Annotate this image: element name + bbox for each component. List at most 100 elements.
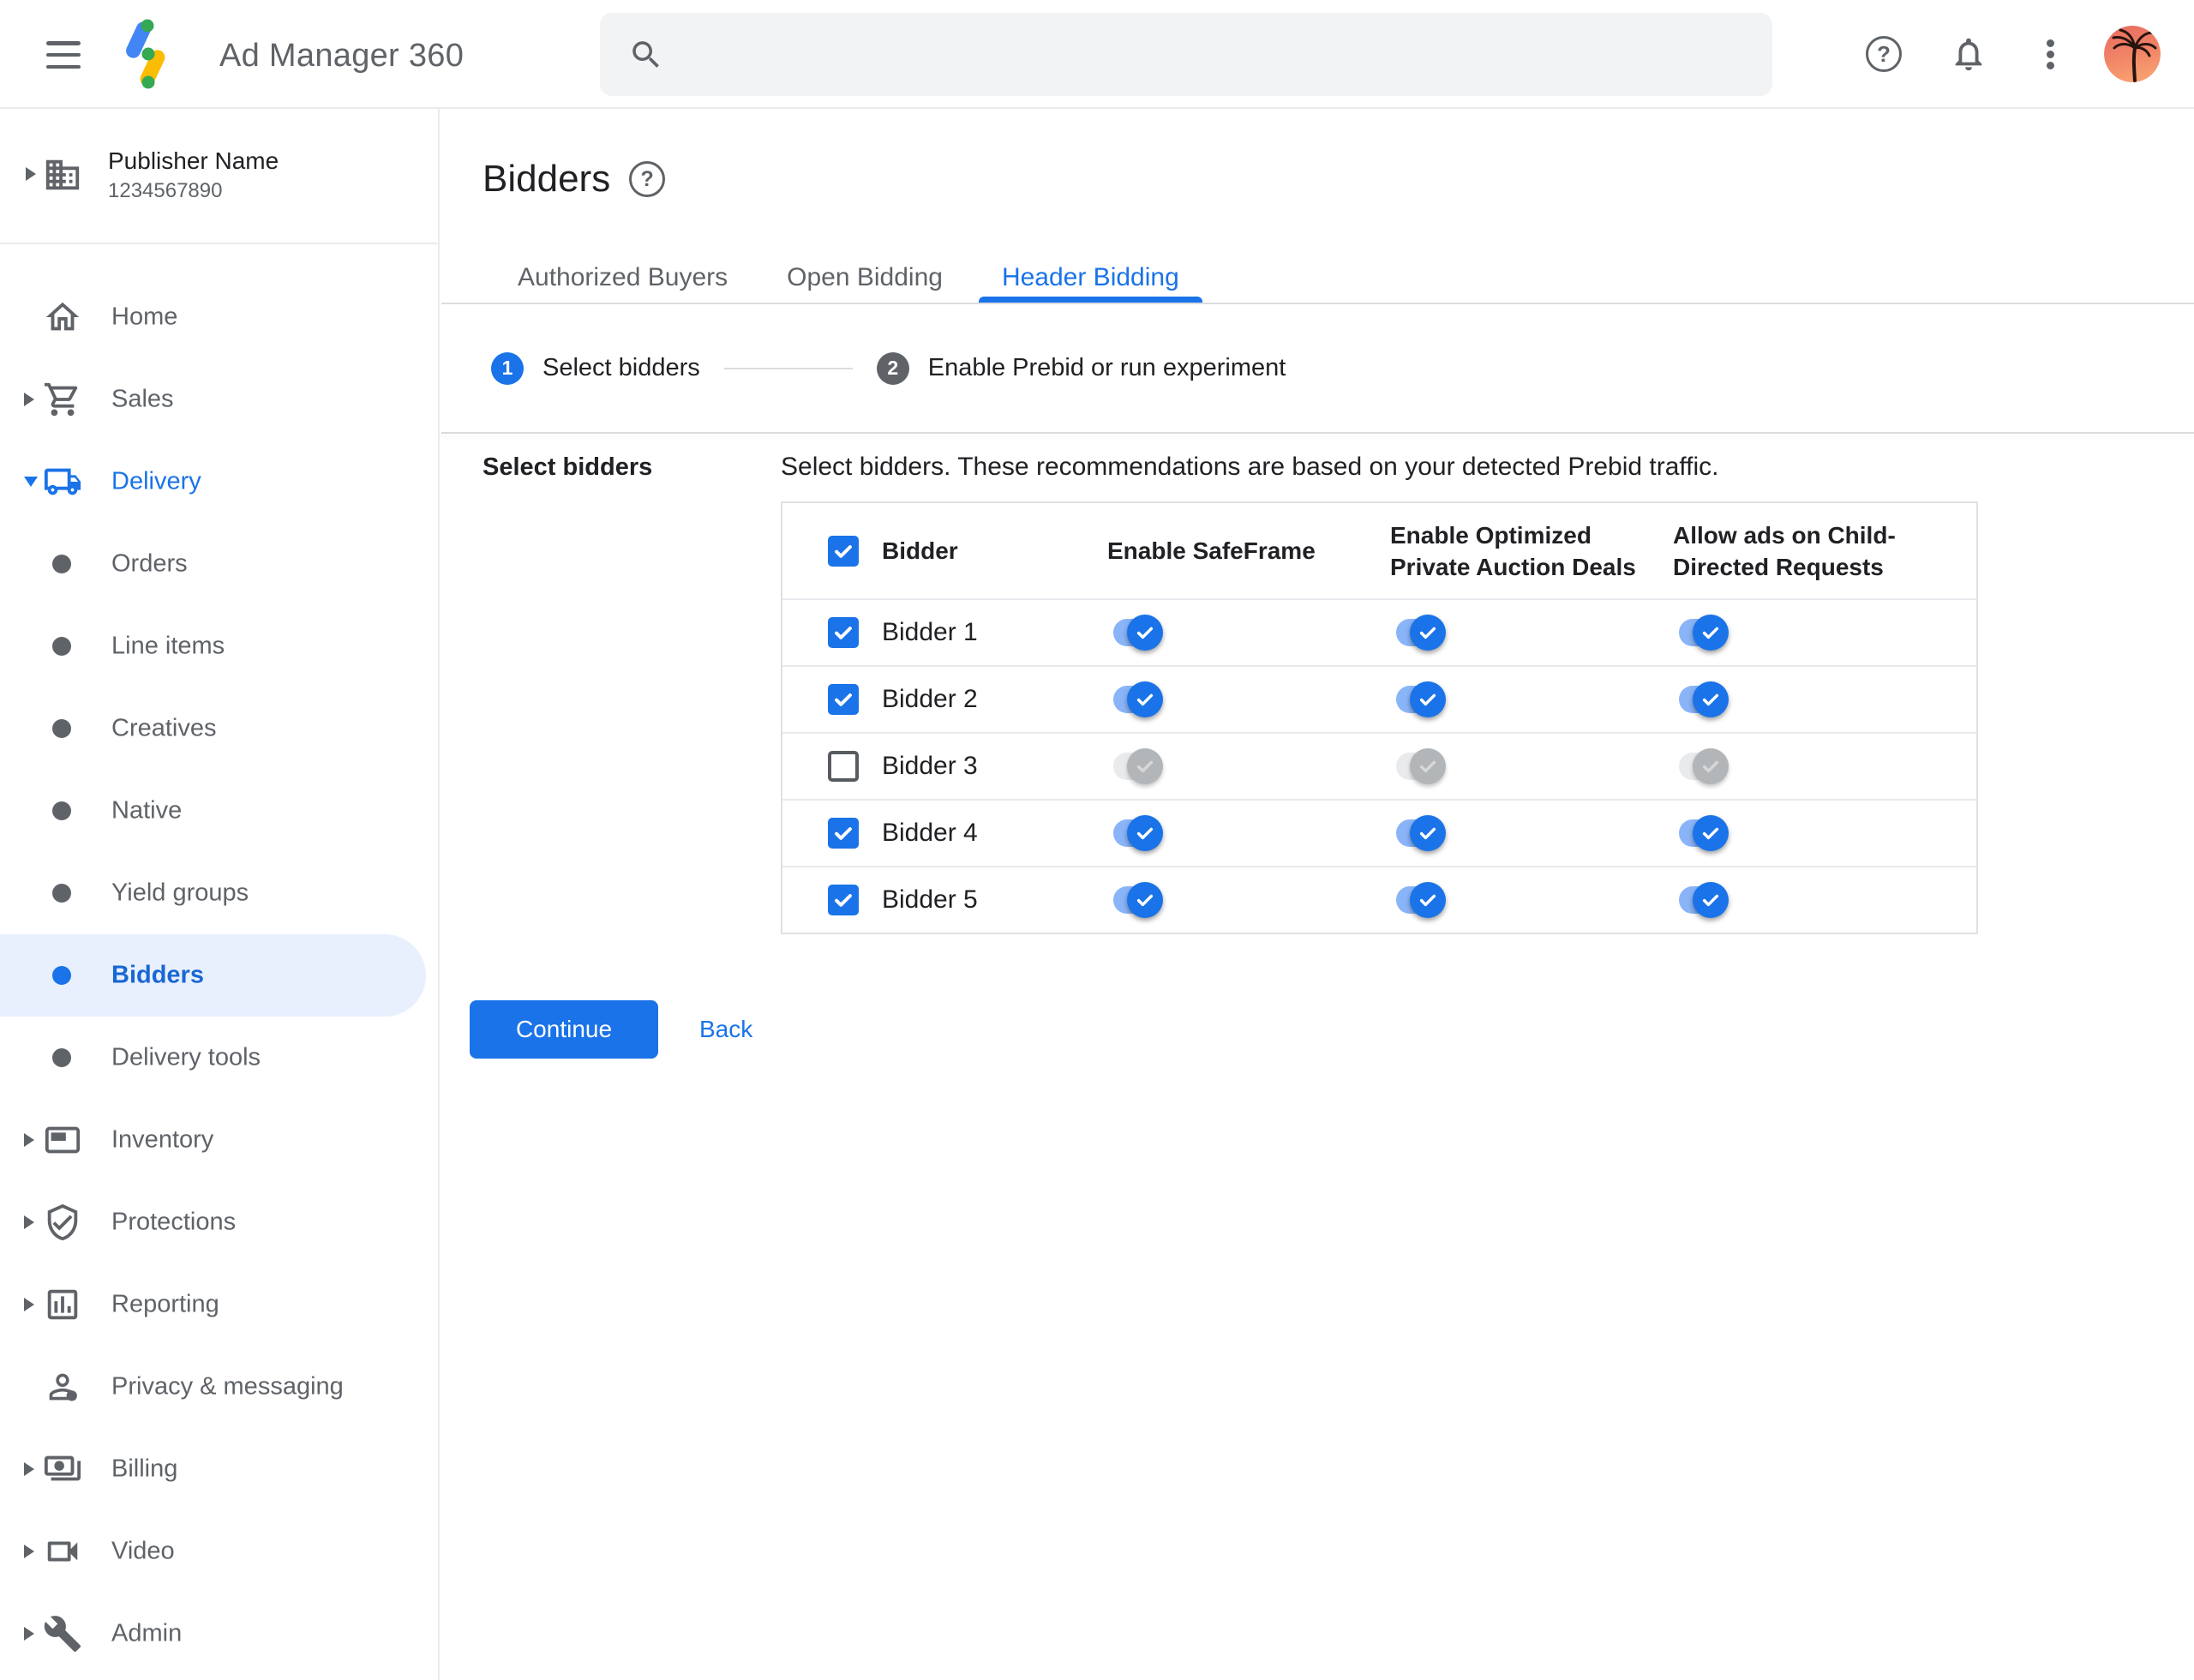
- sidebar-item-billing[interactable]: Billing: [0, 1428, 438, 1510]
- sidebar-item-sales[interactable]: Sales: [0, 358, 438, 441]
- building-icon: [45, 159, 80, 190]
- chevron-right-icon[interactable]: [24, 1298, 34, 1311]
- sidebar-item-label: Line items: [111, 632, 225, 660]
- shield-icon: [43, 1203, 82, 1242]
- sidebar-item-privacy-messaging[interactable]: Privacy & messaging: [0, 1346, 438, 1428]
- chevron-right-icon[interactable]: [24, 393, 34, 406]
- bullet-icon: [52, 801, 71, 820]
- bullet-icon: [52, 637, 71, 656]
- child-directed-requests-toggle[interactable]: [1679, 681, 1732, 718]
- sidebar-item-native[interactable]: Native: [0, 770, 438, 852]
- chevron-right-icon[interactable]: [24, 1545, 34, 1558]
- sidebar-item-label: Home: [111, 303, 178, 331]
- sidebar-item-home[interactable]: Home: [0, 276, 438, 358]
- enable-safeframe-toggle[interactable]: [1113, 681, 1166, 718]
- ad-manager-logo-icon: [126, 19, 165, 89]
- tabs: Authorized Buyers Open Bidding Header Bidd…: [489, 253, 1210, 303]
- row-checkbox[interactable]: [828, 751, 859, 782]
- child-directed-requests-toggle[interactable]: [1679, 814, 1732, 852]
- optimized-private-auction-deals-toggle[interactable]: [1396, 681, 1449, 718]
- billing-icon: [43, 1449, 82, 1489]
- row-checkbox[interactable]: [828, 818, 859, 849]
- select-all-checkbox[interactable]: [828, 535, 859, 567]
- toggle-thumb: [1127, 681, 1163, 717]
- optimized-private-auction-deals-toggle[interactable]: [1396, 814, 1449, 852]
- step-2-label: Enable Prebid or run experiment: [927, 354, 1286, 381]
- bidders-table: Bidder Enable SafeFrame Enable Optimized P…: [781, 501, 1978, 934]
- column-header-bidder: Bidder: [882, 537, 958, 564]
- chevron-right-icon[interactable]: [26, 167, 36, 181]
- sidebar-item-creatives[interactable]: Creatives: [0, 687, 438, 770]
- sidebar-item-label: Orders: [111, 549, 188, 578]
- help-icon: ?: [1866, 36, 1902, 72]
- column-header-child-directed-requests: Allow ads on Child- Directed Requests: [1673, 521, 1896, 580]
- sidebar-nav: Home Sales Delivery Orders Line items Creativ…: [0, 244, 438, 1675]
- optimized-private-auction-deals-toggle[interactable]: [1396, 614, 1449, 651]
- sidebar-item-label: Billing: [111, 1455, 178, 1483]
- toggle-thumb: [1410, 615, 1446, 651]
- notifications-button[interactable]: [1949, 34, 1988, 74]
- sidebar-item-label: Yield groups: [111, 879, 249, 907]
- tab-authorized-buyers[interactable]: Authorized Buyers: [489, 253, 756, 303]
- optimized-private-auction-deals-toggle[interactable]: [1396, 881, 1449, 919]
- account-avatar[interactable]: [2104, 26, 2161, 82]
- sidebar-item-video[interactable]: Video: [0, 1510, 438, 1593]
- continue-button[interactable]: Continue: [470, 1000, 658, 1059]
- column-header-enable-safeframe: Enable SafeFrame: [1107, 537, 1316, 564]
- toggle-thumb: [1410, 815, 1446, 851]
- sidebar-item-orders[interactable]: Orders: [0, 523, 438, 605]
- bidder-name: Bidder 4: [882, 819, 978, 847]
- toggle-thumb: [1693, 615, 1729, 651]
- optimized-private-auction-deals-toggle[interactable]: [1396, 747, 1449, 785]
- search-bar[interactable]: [600, 13, 1772, 96]
- table-row: Bidder 4: [782, 799, 1976, 866]
- stepper: 1 Select bidders 2 Enable Prebid or run …: [491, 304, 1286, 432]
- sidebar-item-admin[interactable]: Admin: [0, 1593, 438, 1675]
- child-directed-requests-toggle[interactable]: [1679, 881, 1732, 919]
- chevron-right-icon[interactable]: [24, 1627, 34, 1641]
- child-directed-requests-toggle[interactable]: [1679, 614, 1732, 651]
- child-directed-requests-toggle[interactable]: [1679, 747, 1732, 785]
- sidebar-item-yield-groups[interactable]: Yield groups: [0, 852, 438, 934]
- row-checkbox[interactable]: [828, 617, 859, 648]
- truck-icon: [43, 462, 82, 501]
- help-button[interactable]: ?: [1866, 36, 1902, 72]
- app-bar: Ad Manager 360 ?: [0, 0, 2194, 109]
- sidebar-item-delivery-tools[interactable]: Delivery tools: [0, 1017, 438, 1099]
- chevron-down-icon[interactable]: [24, 477, 38, 487]
- search-input[interactable]: [685, 13, 1748, 96]
- sidebar-item-protections[interactable]: Protections: [0, 1181, 438, 1263]
- bidder-name: Bidder 3: [882, 752, 978, 780]
- enable-safeframe-toggle[interactable]: [1113, 814, 1166, 852]
- step-1-label: Select bidders: [543, 354, 700, 381]
- row-checkbox[interactable]: [828, 684, 859, 715]
- table-description: Select bidders. These recommendations ar…: [781, 453, 1719, 481]
- enable-safeframe-toggle[interactable]: [1113, 614, 1166, 651]
- sidebar-item-line-items[interactable]: Line items: [0, 605, 438, 687]
- publisher-name: Publisher Name: [108, 147, 279, 174]
- sidebar-item-bidders[interactable]: Bidders: [0, 934, 438, 1017]
- chevron-right-icon[interactable]: [24, 1462, 34, 1476]
- sidebar-item-delivery[interactable]: Delivery: [0, 441, 438, 523]
- sidebar-item-label: Delivery tools: [111, 1043, 261, 1071]
- enable-safeframe-toggle[interactable]: [1113, 881, 1166, 919]
- sidebar-item-reporting[interactable]: Reporting: [0, 1263, 438, 1346]
- enable-safeframe-toggle[interactable]: [1113, 747, 1166, 785]
- page-help-icon[interactable]: ?: [629, 161, 666, 197]
- sidebar-item-inventory[interactable]: Inventory: [0, 1099, 438, 1181]
- sidebar-item-label: Creatives: [111, 714, 217, 742]
- publisher-id: 1234567890: [108, 179, 223, 202]
- tab-open-bidding[interactable]: Open Bidding: [758, 253, 971, 303]
- chevron-right-icon[interactable]: [24, 1133, 34, 1147]
- inventory-icon: [43, 1120, 82, 1160]
- publisher-selector[interactable]: Publisher Name 1234567890: [0, 109, 438, 244]
- privacy-icon: [43, 1367, 82, 1407]
- row-checkbox[interactable]: [828, 885, 859, 915]
- table-row: Bidder 2: [782, 665, 1976, 732]
- tab-header-bidding[interactable]: Header Bidding: [974, 253, 1208, 303]
- more-options-icon[interactable]: [2045, 34, 2055, 74]
- back-button[interactable]: Back: [699, 1016, 752, 1043]
- menu-icon[interactable]: [46, 41, 81, 69]
- chevron-right-icon[interactable]: [24, 1215, 34, 1229]
- toggle-thumb: [1127, 748, 1163, 784]
